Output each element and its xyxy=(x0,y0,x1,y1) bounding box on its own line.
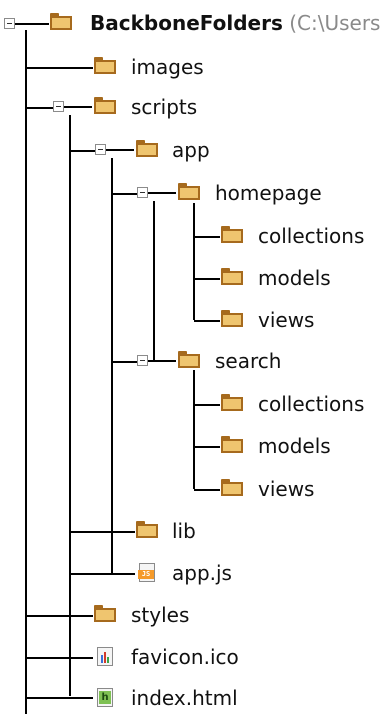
folder-icon xyxy=(94,605,116,622)
tree-line-homepage-collections-branch xyxy=(194,236,220,238)
tree-item-images[interactable]: images xyxy=(131,55,204,79)
javascript-file-icon: JS xyxy=(138,563,155,582)
tree-line-appjs-branch xyxy=(70,573,135,575)
tree-line-app-vertical xyxy=(111,158,113,573)
tree-item-app[interactable]: app xyxy=(172,138,210,162)
folder-icon xyxy=(221,268,243,285)
folder-icon xyxy=(136,521,158,538)
collapse-toggle-scripts[interactable] xyxy=(53,101,64,112)
tree-line-homepage-views-branch xyxy=(194,320,220,322)
tree-line-search-collections-branch xyxy=(194,404,220,406)
folder-icon xyxy=(178,351,200,368)
tree-line-index-branch xyxy=(26,697,93,699)
tree-line-favicon-branch xyxy=(26,657,93,659)
root-folder-path: (C:\Users xyxy=(289,11,381,35)
collapse-toggle-app[interactable] xyxy=(95,144,106,155)
tree-line-homepage-children-vertical xyxy=(193,203,195,320)
tree-line-root-toggle-link xyxy=(15,23,49,25)
folder-icon xyxy=(221,394,243,411)
tree-line-search-views-branch xyxy=(194,489,220,491)
tree-line-scripts-vertical xyxy=(69,115,71,696)
tree-item-search-views[interactable]: views xyxy=(258,477,314,501)
tree-item-search-collections[interactable]: collections xyxy=(258,392,364,416)
tree-item-favicon[interactable]: favicon.ico xyxy=(131,645,239,669)
collapse-toggle-homepage[interactable] xyxy=(137,187,148,198)
tree-line-lib-branch xyxy=(70,531,135,533)
folder-icon xyxy=(221,436,243,453)
tree-line-root-vertical xyxy=(25,30,27,714)
project-file-tree: BackboneFolders (C:\Users images scripts… xyxy=(0,0,392,714)
tree-item-homepage-views[interactable]: views xyxy=(258,308,314,332)
tree-item-index-html[interactable]: index.html xyxy=(131,686,238,710)
tree-line-search-children-vertical xyxy=(193,370,195,489)
tree-item-lib[interactable]: lib xyxy=(172,519,196,543)
folder-icon xyxy=(221,226,243,243)
tree-item-search-models[interactable]: models xyxy=(258,434,331,458)
tree-line-homepage-vertical xyxy=(153,201,155,361)
folder-icon xyxy=(50,13,72,30)
tree-line-homepage-toggle-link xyxy=(148,192,176,194)
tree-item-root[interactable]: BackboneFolders (C:\Users xyxy=(90,11,380,35)
tree-item-styles[interactable]: styles xyxy=(131,603,189,627)
html-file-icon: h xyxy=(97,688,113,707)
tree-line-search-models-branch xyxy=(194,446,220,448)
folder-icon xyxy=(136,140,158,157)
tree-item-scripts[interactable]: scripts xyxy=(131,95,197,119)
tree-line-styles-branch xyxy=(26,615,93,617)
image-file-icon xyxy=(97,647,113,666)
tree-line-search-toggle-link xyxy=(148,360,176,362)
tree-item-homepage-collections[interactable]: collections xyxy=(258,224,364,248)
collapse-toggle-search[interactable] xyxy=(137,355,148,366)
tree-line-images-branch xyxy=(26,67,93,69)
tree-line-scripts-toggle-link xyxy=(64,106,92,108)
tree-item-app-js[interactable]: app.js xyxy=(172,561,232,585)
tree-item-homepage-models[interactable]: models xyxy=(258,266,331,290)
folder-icon xyxy=(178,183,200,200)
folder-icon xyxy=(94,57,116,74)
tree-line-app-toggle-link xyxy=(106,149,134,151)
tree-item-search[interactable]: search xyxy=(215,349,281,373)
folder-icon xyxy=(221,310,243,327)
root-folder-name: BackboneFolders xyxy=(90,11,283,35)
tree-item-homepage[interactable]: homepage xyxy=(215,181,322,205)
collapse-toggle-root[interactable] xyxy=(4,18,15,29)
tree-line-homepage-models-branch xyxy=(194,278,220,280)
folder-icon xyxy=(94,97,116,114)
folder-icon xyxy=(221,479,243,496)
